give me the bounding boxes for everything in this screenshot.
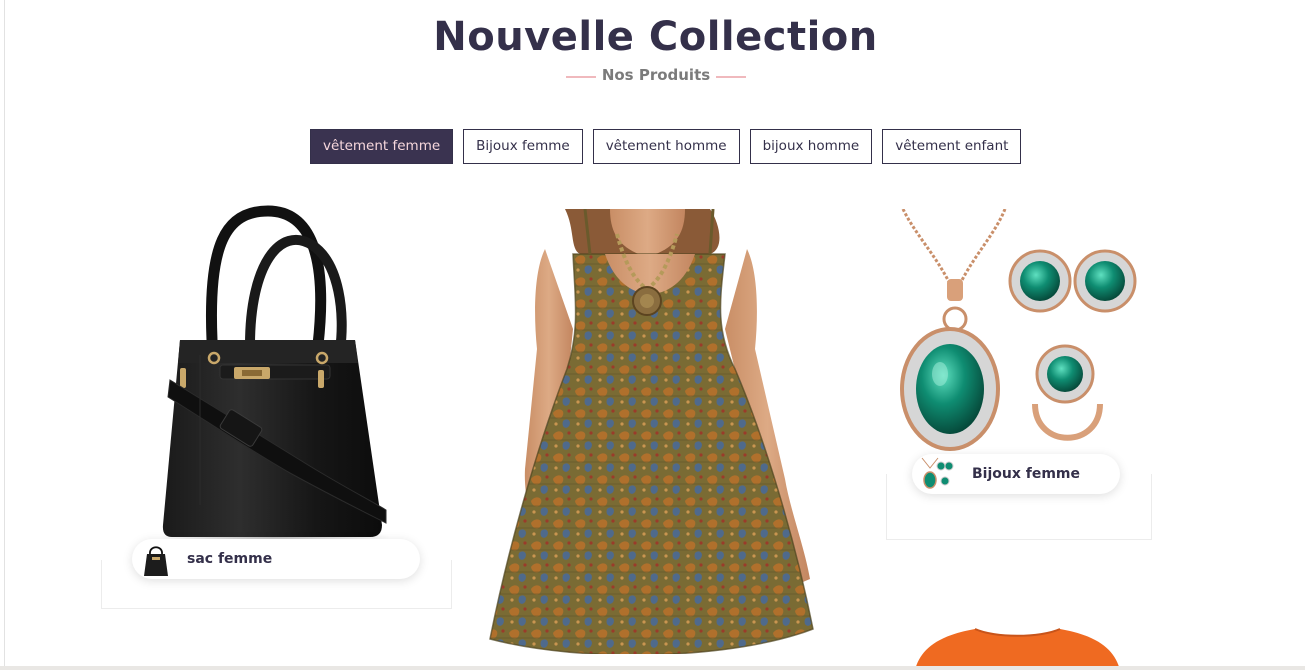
tab-vetement-homme[interactable]: vêtement homme — [592, 129, 740, 164]
section-subtitle-row: Nos Produits — [566, 66, 746, 88]
handbag-icon — [138, 541, 174, 577]
tab-bijoux-homme[interactable]: bijoux homme — [749, 129, 873, 164]
collection-page: Nouvelle Collection Nos Produits vêtemen… — [0, 0, 1305, 670]
page-bottom-edge — [0, 666, 1305, 670]
section-title: Nouvelle Collection — [433, 14, 878, 60]
product-label-bijoux-femme[interactable]: Bijoux femme — [912, 454, 1120, 494]
jewelry-set-image[interactable] — [895, 209, 1145, 457]
jewelry-set-icon — [918, 456, 954, 492]
product-label-sac-femme[interactable]: sac femme — [132, 539, 420, 579]
tab-vetement-enfant[interactable]: vêtement enfant — [882, 129, 1022, 164]
tab-vetement-femme[interactable]: vêtement femme — [310, 129, 454, 164]
dress-image[interactable] — [485, 209, 820, 670]
left-border — [4, 0, 5, 670]
category-filter-tabs: vêtement femme Bijoux femme vêtement hom… — [310, 129, 1022, 164]
product-name-sac-femme: sac femme — [187, 551, 273, 567]
section-subtitle: Nos Produits — [601, 66, 711, 84]
product-name-bijoux-femme: Bijoux femme — [972, 466, 1081, 482]
tab-bijoux-femme[interactable]: Bijoux femme — [463, 129, 583, 164]
subtitle-divider-right — [716, 76, 746, 78]
subtitle-divider-left — [566, 76, 596, 78]
tshirt-image[interactable] — [915, 626, 1120, 670]
handbag-image[interactable] — [150, 205, 400, 545]
